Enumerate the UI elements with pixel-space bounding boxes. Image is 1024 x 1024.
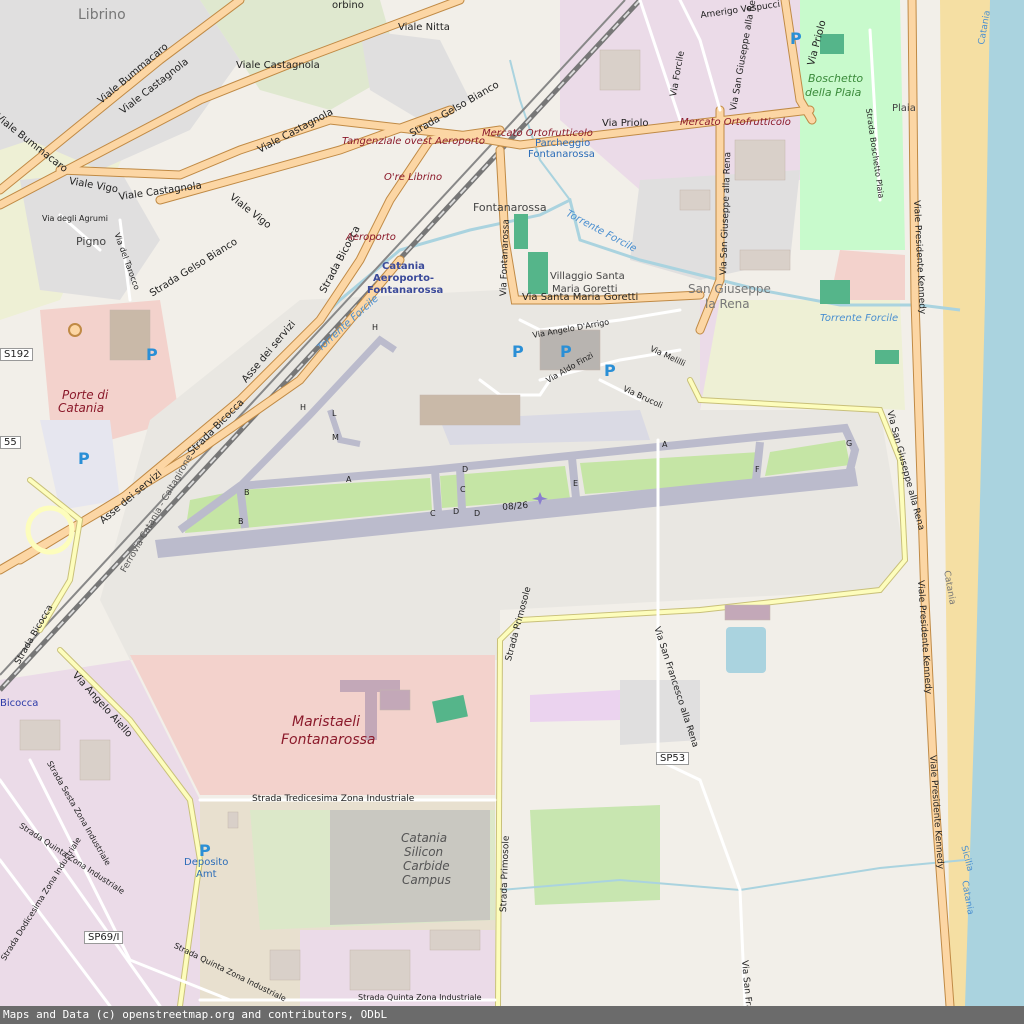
sports-pitch bbox=[514, 214, 528, 249]
parking-icon[interactable]: P bbox=[78, 450, 90, 468]
taxiway-label: H bbox=[372, 323, 379, 332]
parking-icon[interactable]: P bbox=[790, 30, 802, 48]
road-label: Via degli Agrumi bbox=[42, 214, 108, 223]
taxiway-label: E bbox=[573, 479, 579, 488]
place-label: Pigno bbox=[76, 235, 107, 248]
taxiway-label: D bbox=[474, 509, 481, 518]
taxiway-label: M bbox=[332, 433, 339, 442]
taxiway-label: L bbox=[332, 409, 337, 418]
place-label: Librino bbox=[78, 7, 126, 23]
poi-label: Silicon bbox=[404, 845, 444, 859]
road-label: Strada Tredicesima Zona Industriale bbox=[252, 794, 415, 804]
taxiway-label: F bbox=[755, 465, 760, 474]
sports-pitch bbox=[875, 350, 899, 364]
road-shield: S192 bbox=[0, 348, 34, 361]
poi-label: Amt bbox=[196, 869, 217, 880]
road-label: Via Santa Maria Goretti bbox=[522, 292, 639, 303]
map-attribution: Maps and Data (c) openstreetmap.org and … bbox=[0, 1006, 1024, 1024]
farmland-area bbox=[530, 805, 660, 905]
map-view[interactable]: Librino Pigno Fontanarossa Villaggio San… bbox=[0, 0, 1024, 1024]
poi-label: Catania bbox=[58, 401, 105, 415]
poi-label: Aeroporto bbox=[346, 232, 396, 243]
road-shield: 55 bbox=[0, 436, 21, 449]
road-label: Tangenziale ovest Aeroporto bbox=[342, 136, 485, 147]
poi-label: Boschetto bbox=[808, 72, 864, 85]
road-shield: SP69/I bbox=[84, 931, 124, 944]
taxiway-label: D bbox=[462, 465, 469, 474]
poi-label: Catania bbox=[382, 261, 425, 272]
place-label: Fontanarossa bbox=[473, 201, 547, 214]
road-label: Viale Castagnola bbox=[236, 60, 320, 71]
taxiway-label: G bbox=[846, 439, 853, 448]
place-label: la Rena bbox=[705, 297, 750, 311]
taxiway-label: C bbox=[460, 485, 466, 494]
parking-icon[interactable]: P bbox=[199, 842, 211, 860]
poi-label: Fontanarossa bbox=[528, 149, 595, 160]
parking-icon[interactable]: P bbox=[512, 343, 524, 361]
road-label: Strada Quinta Zona Industriale bbox=[358, 993, 482, 1002]
poi-label: Catania bbox=[401, 831, 448, 845]
roundabout bbox=[68, 323, 82, 337]
poi-label: della Plaia bbox=[805, 86, 862, 99]
water-label: Torrente Forcile bbox=[820, 313, 899, 324]
poi-label: Maristaeli bbox=[292, 714, 361, 730]
road-label: Mercato Ortofrutticolo bbox=[680, 117, 791, 128]
road-label: orbino bbox=[332, 0, 364, 11]
place-label: Villaggio Santa bbox=[550, 271, 625, 282]
place-label: Bicocca bbox=[0, 698, 39, 709]
poi-label: Fontanarossa bbox=[281, 732, 376, 748]
road-label: Via Priolo bbox=[602, 118, 649, 129]
place-label: Plaia bbox=[892, 103, 916, 114]
taxiway-label: A bbox=[662, 440, 668, 449]
poi-label: Carbide bbox=[403, 859, 450, 873]
poi-label: Aeroporto- bbox=[373, 273, 435, 284]
road-label: Viale Nitta bbox=[398, 22, 450, 33]
sports-pitch bbox=[820, 280, 850, 304]
poi-label: O're Librino bbox=[384, 172, 443, 183]
road-shield: SP53 bbox=[656, 752, 690, 765]
place-label: San Giuseppe bbox=[688, 282, 771, 296]
taxiway-label: H bbox=[300, 403, 307, 412]
poi-label: Fontanarossa bbox=[367, 285, 444, 296]
taxiway-label: B bbox=[238, 517, 244, 526]
parking-icon[interactable]: P bbox=[560, 343, 572, 361]
pond bbox=[726, 627, 766, 673]
parking-icon[interactable]: P bbox=[604, 362, 616, 380]
sports-pitch bbox=[528, 252, 548, 294]
taxiway-label: B bbox=[244, 488, 250, 497]
poi-label: Campus bbox=[402, 873, 451, 887]
poi-label: Parcheggio bbox=[535, 138, 591, 149]
taxiway-label: A bbox=[346, 475, 352, 484]
industrial-area bbox=[530, 690, 620, 722]
taxiway-label: D bbox=[453, 507, 460, 516]
taxiway-label: C bbox=[430, 509, 436, 518]
parking-icon[interactable]: P bbox=[146, 346, 158, 364]
